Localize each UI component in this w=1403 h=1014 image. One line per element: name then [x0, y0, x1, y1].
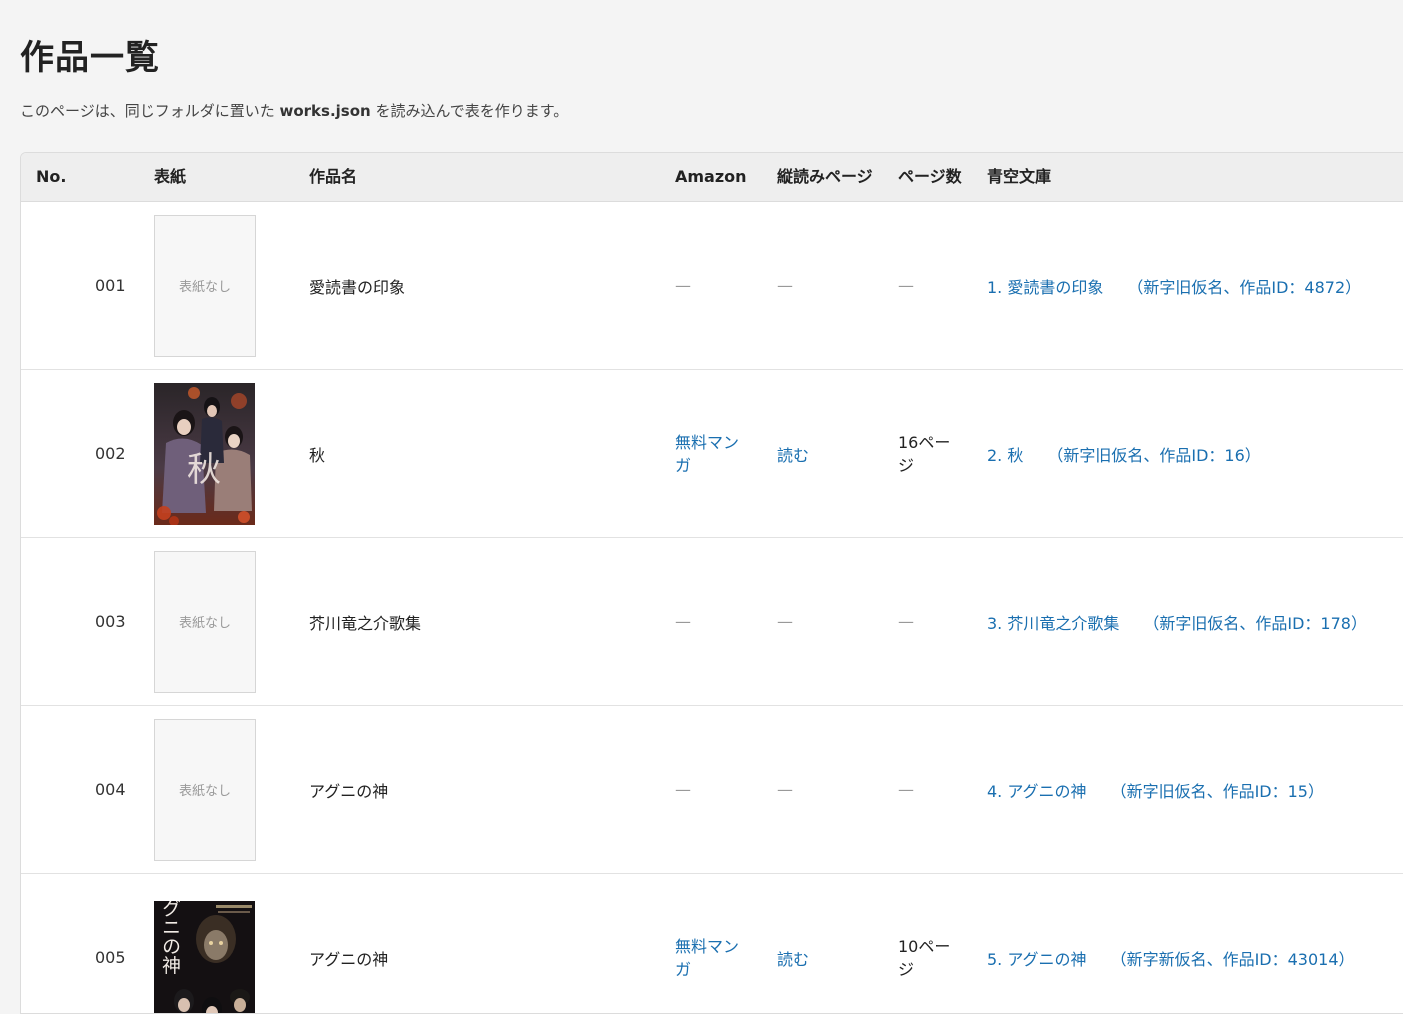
work-title: 芥川竜之介歌集 — [309, 538, 659, 705]
vertical-empty: — — [777, 202, 877, 369]
amazon-cell: 無料マンガ — [675, 370, 753, 537]
table-row: 001 表紙なし 愛読書の印象 — — — 1. 愛読書の印象（新字旧仮名、作品… — [21, 202, 1403, 370]
pages-empty: — — [898, 202, 954, 369]
header-aozora: 青空文庫 — [987, 153, 1051, 201]
cover-cell: 表紙なし — [154, 538, 258, 705]
amazon-empty: — — [675, 202, 753, 369]
aozora-link[interactable]: 4. アグニの神（新字旧仮名、作品ID：15） — [987, 778, 1324, 802]
row-number: 005 — [95, 874, 155, 1014]
no-cover-placeholder: 表紙なし — [154, 551, 256, 693]
work-title: 愛読書の印象 — [309, 202, 659, 369]
row-number: 003 — [95, 538, 155, 705]
aozora-cell: 3. 芥川竜之介歌集（新字旧仮名、作品ID：178） — [987, 538, 1403, 705]
table-row: 003 表紙なし 芥川竜之介歌集 — — — 3. 芥川竜之介歌集（新字旧仮名、… — [21, 538, 1403, 706]
row-number: 002 — [95, 370, 155, 537]
work-title: アグニの神 — [309, 874, 659, 1014]
aozora-cell: 2. 秋（新字旧仮名、作品ID：16） — [987, 370, 1403, 537]
amazon-link[interactable]: 無料マンガ — [675, 431, 753, 477]
cover-image[interactable]: 秋 — [154, 383, 255, 525]
amazon-empty: — — [675, 538, 753, 705]
aozora-link[interactable]: 2. 秋（新字旧仮名、作品ID：16） — [987, 442, 1261, 466]
no-cover-placeholder: 表紙なし — [154, 215, 256, 357]
header-vertical: 縦読みページ — [777, 153, 873, 201]
amazon-link[interactable]: 無料マンガ — [675, 935, 753, 981]
table-row: 002 — [21, 370, 1403, 538]
pages-empty: — — [898, 706, 954, 873]
page-count: 16ページ — [898, 370, 954, 537]
header-amazon: Amazon — [675, 153, 747, 201]
svg-text:アグニの神: アグニの神 — [159, 901, 181, 975]
vertical-read-link[interactable]: 読む — [777, 946, 809, 970]
header-title: 作品名 — [309, 153, 357, 201]
work-title: アグニの神 — [309, 706, 659, 873]
cover-cell: アグニの神 — [154, 874, 258, 1014]
vertical-empty: — — [777, 538, 877, 705]
cover-cell: 秋 — [154, 370, 258, 537]
work-title: 秋 — [309, 370, 659, 537]
page-count: 10ページ — [898, 874, 954, 1014]
table-row: 004 表紙なし アグニの神 — — — 4. アグニの神（新字旧仮名、作品ID… — [21, 706, 1403, 874]
filename: works.json — [279, 102, 370, 120]
page-intro: このページは、同じフォルダに置いた works.json を読み込んで表を作りま… — [20, 100, 568, 121]
amazon-empty: — — [675, 706, 753, 873]
vertical-cell: 読む — [777, 874, 877, 1014]
aozora-cell: 4. アグニの神（新字旧仮名、作品ID：15） — [987, 706, 1403, 873]
aozora-link[interactable]: 3. 芥川竜之介歌集（新字旧仮名、作品ID：178） — [987, 610, 1367, 634]
cover-image[interactable]: アグニの神 — [154, 901, 255, 1014]
table-row: 005 アグニの神 — [21, 874, 1403, 1014]
svg-text:秋: 秋 — [187, 450, 221, 490]
aozora-cell: 5. アグニの神（新字新仮名、作品ID：43014） — [987, 874, 1403, 1014]
vertical-empty: — — [777, 706, 877, 873]
row-number: 001 — [95, 202, 155, 369]
aozora-link[interactable]: 5. アグニの神（新字新仮名、作品ID：43014） — [987, 946, 1355, 970]
cover-cell: 表紙なし — [154, 202, 258, 369]
page-title: 作品一覧 — [20, 30, 160, 79]
works-table: No. 表紙 作品名 Amazon 縦読みページ ページ数 青空文庫 001 表… — [20, 152, 1403, 1014]
vertical-read-link[interactable]: 読む — [777, 442, 809, 466]
row-number: 004 — [95, 706, 155, 873]
aozora-link[interactable]: 1. 愛読書の印象（新字旧仮名、作品ID：4872） — [987, 274, 1361, 298]
header-no: No. — [36, 153, 66, 201]
no-cover-placeholder: 表紙なし — [154, 719, 256, 861]
header-cover: 表紙 — [154, 153, 186, 201]
vertical-cell: 読む — [777, 370, 877, 537]
table-header: No. 表紙 作品名 Amazon 縦読みページ ページ数 青空文庫 — [21, 153, 1403, 202]
cover-cell: 表紙なし — [154, 706, 258, 873]
pages-empty: — — [898, 538, 954, 705]
aozora-cell: 1. 愛読書の印象（新字旧仮名、作品ID：4872） — [987, 202, 1403, 369]
header-pages: ページ数 — [898, 153, 962, 201]
amazon-cell: 無料マンガ — [675, 874, 753, 1014]
